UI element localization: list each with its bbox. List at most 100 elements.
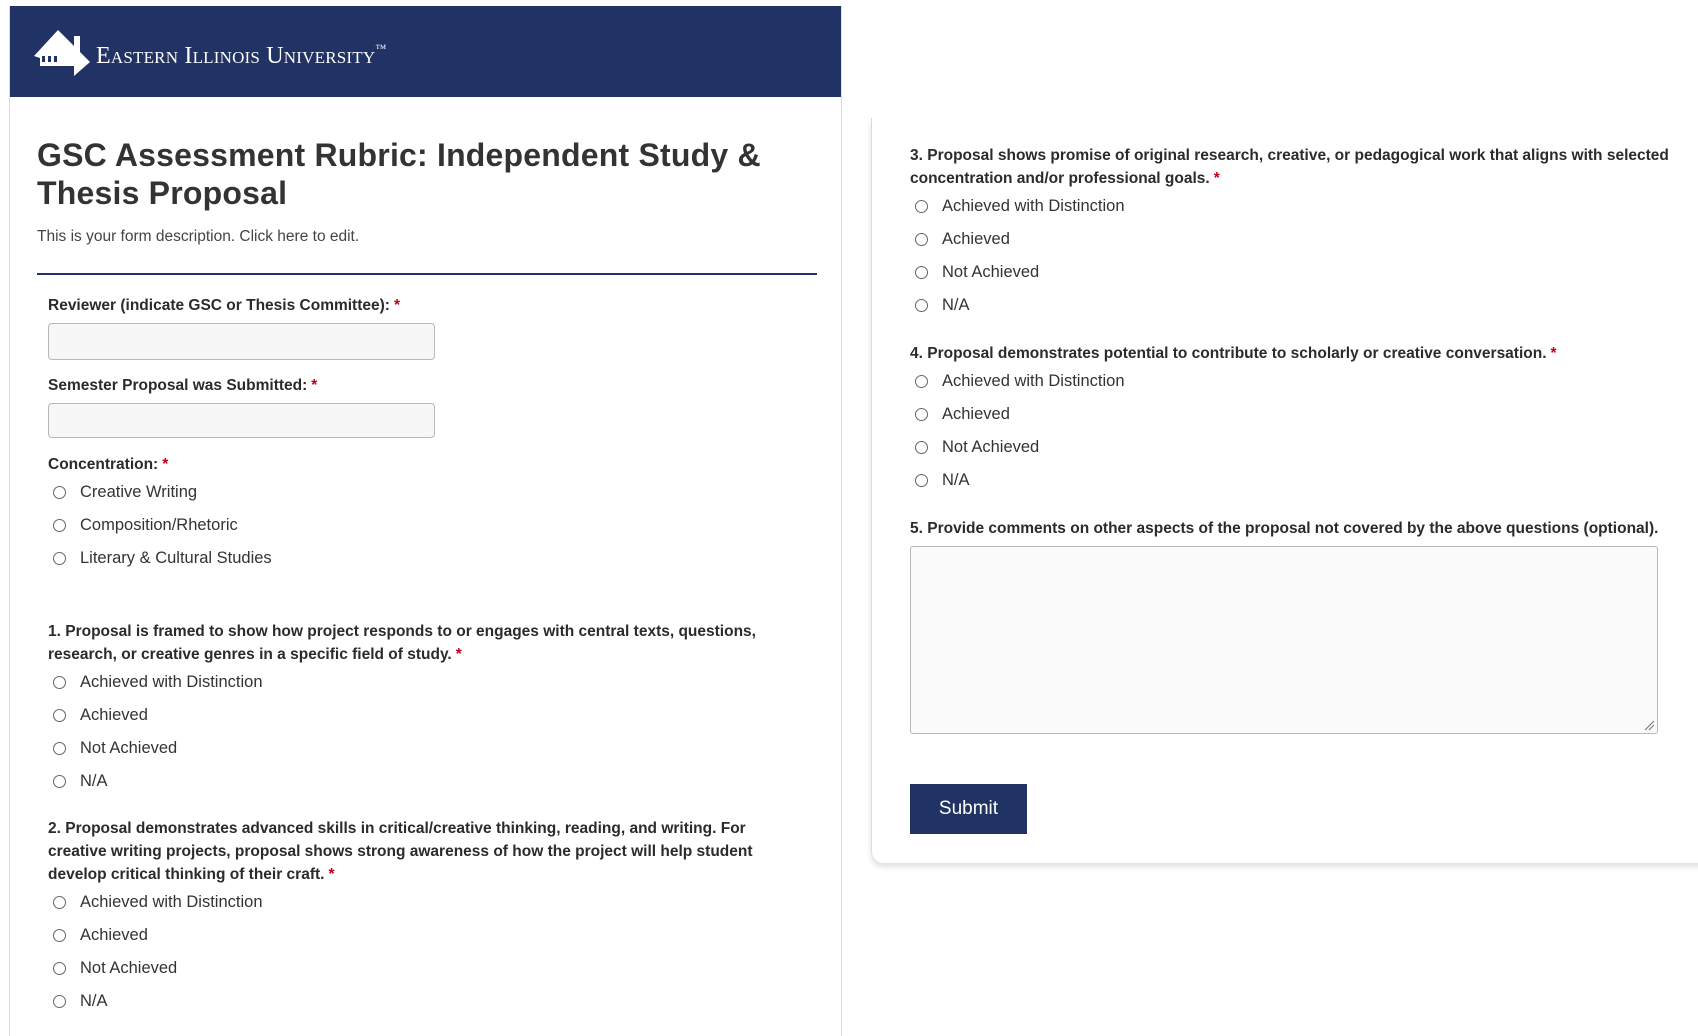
semester-label: Semester Proposal was Submitted: * <box>48 374 828 397</box>
concentration-field-group: Concentration: * Creative Writing Composi… <box>48 453 828 575</box>
question-5-label: 5. Provide comments on other aspects of … <box>910 520 1659 537</box>
required-marker: * <box>1550 345 1557 362</box>
resize-handle-icon[interactable] <box>1643 719 1655 731</box>
option-label: Not Achieved <box>942 438 1040 456</box>
rating-option[interactable]: N/A <box>48 985 788 1018</box>
radio-button[interactable] <box>915 474 928 487</box>
concentration-label-text: Concentration: <box>48 456 159 473</box>
question-2-group: 2. Proposal demonstrates advanced skills… <box>48 817 788 1018</box>
option-label: N/A <box>80 772 108 790</box>
required-marker: * <box>1213 170 1220 187</box>
question-1-group: 1. Proposal is framed to show how projec… <box>48 620 788 798</box>
radio-button[interactable] <box>53 929 66 942</box>
radio-button[interactable] <box>915 408 928 421</box>
option-label: N/A <box>942 296 970 314</box>
question-1-text: 1. Proposal is framed to show how projec… <box>48 623 756 663</box>
option-label: N/A <box>80 992 108 1010</box>
comments-textarea[interactable] <box>910 546 1658 734</box>
radio-button[interactable] <box>915 441 928 454</box>
question-3-label: 3. Proposal shows promise of original re… <box>910 144 1670 190</box>
radio-button[interactable] <box>53 519 66 532</box>
option-label: Not Achieved <box>80 739 178 757</box>
radio-button[interactable] <box>915 233 928 246</box>
option-label: Achieved <box>942 405 1010 423</box>
concentration-label: Concentration: * <box>48 453 828 476</box>
semester-field-group: Semester Proposal was Submitted: * <box>48 374 828 438</box>
radio-button[interactable] <box>53 552 66 565</box>
university-wordmark: Eastern Illinois University™ <box>96 43 386 70</box>
option-label: Achieved <box>942 230 1010 248</box>
rating-option[interactable]: Achieved <box>48 919 788 952</box>
required-marker: * <box>328 866 335 883</box>
form-left-column: Eastern Illinois University™ GSC Assessm… <box>9 6 842 1036</box>
question-3-text: 3. Proposal shows promise of original re… <box>910 147 1669 187</box>
radio-button[interactable] <box>53 896 66 909</box>
reviewer-label: Reviewer (indicate GSC or Thesis Committ… <box>48 294 828 317</box>
radio-button[interactable] <box>53 775 66 788</box>
question-5-group: 5. Provide comments on other aspects of … <box>910 517 1670 734</box>
rating-option[interactable]: Achieved with Distinction <box>910 365 1670 398</box>
option-label: Achieved with Distinction <box>80 893 263 911</box>
university-banner: Eastern Illinois University™ <box>10 6 841 97</box>
radio-button[interactable] <box>53 742 66 755</box>
concentration-option[interactable]: Composition/Rhetoric <box>48 509 828 542</box>
reviewer-input[interactable] <box>48 323 435 360</box>
concentration-option[interactable]: Literary & Cultural Studies <box>48 542 828 575</box>
rating-option[interactable]: Achieved with Distinction <box>910 190 1670 223</box>
semester-input[interactable] <box>48 403 435 438</box>
option-label: Not Achieved <box>80 959 178 977</box>
required-marker: * <box>393 297 400 314</box>
form-right-column: 3. Proposal shows promise of original re… <box>871 118 1698 863</box>
rating-option[interactable]: Not Achieved <box>910 256 1670 289</box>
option-label: Achieved <box>80 926 148 944</box>
rating-option[interactable]: N/A <box>910 464 1670 497</box>
question-4-label: 4. Proposal demonstrates potential to co… <box>910 342 1670 365</box>
question-4-group: 4. Proposal demonstrates potential to co… <box>910 342 1670 497</box>
required-marker: * <box>311 377 318 394</box>
option-label: Achieved <box>80 706 148 724</box>
radio-button[interactable] <box>53 676 66 689</box>
question-3-group: 3. Proposal shows promise of original re… <box>910 144 1670 322</box>
rating-option[interactable]: N/A <box>48 765 788 798</box>
rating-option[interactable]: Achieved <box>910 223 1670 256</box>
required-marker: * <box>162 456 169 473</box>
rating-option[interactable]: Not Achieved <box>48 732 788 765</box>
question-2-label: 2. Proposal demonstrates advanced skills… <box>48 817 788 886</box>
option-label: Composition/Rhetoric <box>80 516 238 534</box>
rating-option[interactable]: Not Achieved <box>48 952 788 985</box>
question-4-text: 4. Proposal demonstrates potential to co… <box>910 345 1547 362</box>
form-description[interactable]: This is your form description. Click her… <box>37 228 817 246</box>
radio-button[interactable] <box>915 299 928 312</box>
radio-button[interactable] <box>915 375 928 388</box>
rating-option[interactable]: Not Achieved <box>910 431 1670 464</box>
option-label: Literary & Cultural Studies <box>80 549 272 567</box>
university-name: Eastern Illinois University <box>96 43 376 69</box>
submit-button[interactable]: Submit <box>910 784 1027 834</box>
question-1-label: 1. Proposal is framed to show how projec… <box>48 620 788 666</box>
trademark-symbol: ™ <box>375 43 387 55</box>
option-label: Achieved with Distinction <box>80 673 263 691</box>
option-label: Achieved with Distinction <box>942 372 1125 390</box>
option-label: N/A <box>942 471 970 489</box>
rating-option[interactable]: Achieved with Distinction <box>48 886 788 919</box>
question-2-text: 2. Proposal demonstrates advanced skills… <box>48 820 753 883</box>
required-marker: * <box>455 646 462 663</box>
radio-button[interactable] <box>915 200 928 213</box>
rating-option[interactable]: Achieved <box>910 398 1670 431</box>
radio-button[interactable] <box>53 486 66 499</box>
header-divider <box>37 273 817 275</box>
radio-button[interactable] <box>53 995 66 1008</box>
concentration-option[interactable]: Creative Writing <box>48 476 828 509</box>
option-label: Achieved with Distinction <box>942 197 1125 215</box>
radio-button[interactable] <box>53 709 66 722</box>
option-label: Not Achieved <box>942 263 1040 281</box>
reviewer-label-text: Reviewer (indicate GSC or Thesis Committ… <box>48 297 390 314</box>
university-logo-icon <box>34 30 90 76</box>
rating-option[interactable]: Achieved with Distinction <box>48 666 788 699</box>
rating-option[interactable]: N/A <box>910 289 1670 322</box>
radio-button[interactable] <box>915 266 928 279</box>
form-title: GSC Assessment Rubric: Independent Study… <box>37 137 761 211</box>
semester-label-text: Semester Proposal was Submitted: <box>48 377 308 394</box>
rating-option[interactable]: Achieved <box>48 699 788 732</box>
radio-button[interactable] <box>53 962 66 975</box>
